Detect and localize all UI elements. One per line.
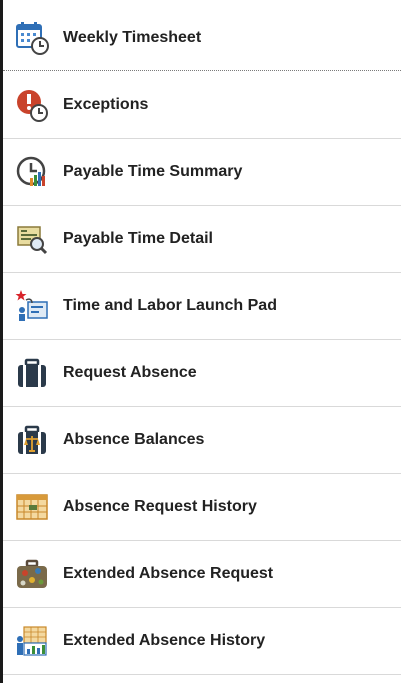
menu-item-label: Extended Absence History	[63, 632, 266, 649]
detail-magnifier-icon	[14, 221, 50, 257]
menu-item-label: Payable Time Detail	[63, 230, 213, 247]
menu-item-payable-time-summary[interactable]: Payable Time Summary	[3, 139, 401, 206]
suitcase-icon	[14, 556, 50, 592]
menu-item-extended-absence-request[interactable]: Extended Absence Request	[3, 541, 401, 608]
calendar-history-icon	[14, 489, 50, 525]
menu-item-label: Absence Balances	[63, 431, 205, 448]
menu-item-label: Exceptions	[63, 96, 149, 113]
menu-item-label: Weekly Timesheet	[63, 28, 202, 46]
menu-item-absence-balances[interactable]: Absence Balances	[3, 407, 401, 474]
calendar-clock-icon	[14, 20, 50, 56]
menu-item-request-absence[interactable]: Request Absence	[3, 340, 401, 407]
person-calendar-chart-icon	[14, 623, 50, 659]
menu-item-exceptions[interactable]: Exceptions	[3, 72, 401, 139]
menu-item-label: Time and Labor Launch Pad	[63, 297, 277, 314]
menu-item-absence-request-history[interactable]: Absence Request History	[3, 474, 401, 541]
menu-item-label: Payable Time Summary	[63, 163, 243, 180]
briefcase-icon	[14, 355, 50, 391]
menu-item-weekly-timesheet[interactable]: Weekly Timesheet	[3, 5, 401, 71]
menu-item-extended-absence-history[interactable]: Extended Absence History	[3, 608, 401, 675]
menu-item-label: Request Absence	[63, 364, 197, 381]
menu-item-label: Absence Request History	[63, 498, 257, 515]
menu-item-payable-time-detail[interactable]: Payable Time Detail	[3, 206, 401, 273]
navigation-menu: Weekly Timesheet Exceptions Payable Time…	[0, 0, 401, 683]
menu-item-label: Extended Absence Request	[63, 565, 274, 582]
exception-clock-icon	[14, 87, 50, 123]
briefcase-scale-icon	[14, 422, 50, 458]
menu-item-time-and-labor-launch-pad[interactable]: Time and Labor Launch Pad	[3, 273, 401, 340]
launch-pad-icon	[14, 288, 50, 324]
time-chart-icon	[14, 154, 50, 190]
